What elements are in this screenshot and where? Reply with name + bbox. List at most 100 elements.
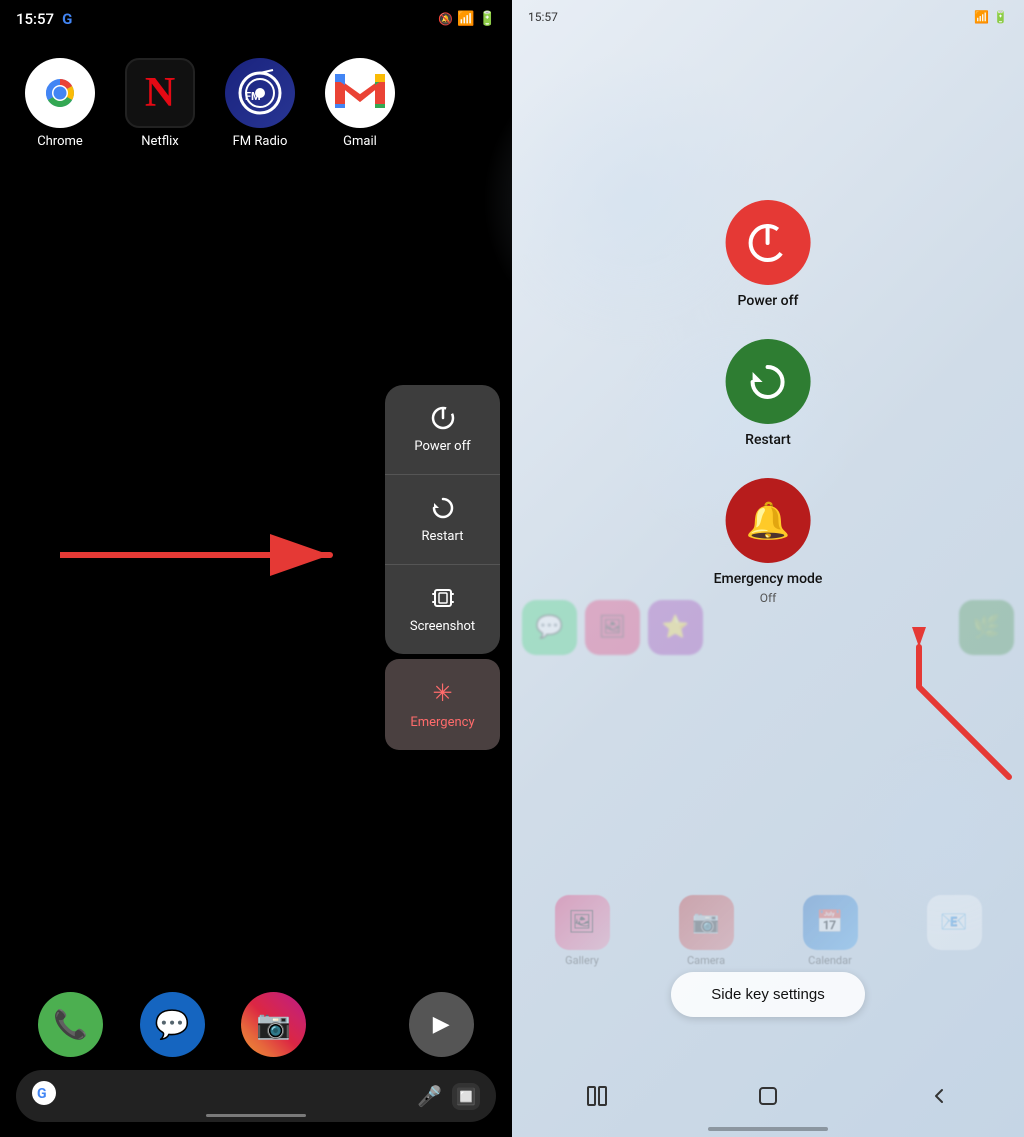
emergency-side-icon[interactable]: 🔔 xyxy=(725,478,810,563)
bg-calendar-btn: 📅 xyxy=(803,895,858,950)
power-off-side-icon[interactable] xyxy=(725,200,810,285)
bg-app-row-1: 💬 🖼 ⭐ xyxy=(522,600,703,655)
status-bar-left: 15:57 G 🔕 📶 🔋 xyxy=(0,0,512,38)
power-off-label: Power off xyxy=(414,439,470,454)
back-icon xyxy=(927,1084,951,1108)
bg-gallery-icon: 🖼 xyxy=(585,600,640,655)
battery-icon: 🔋 xyxy=(479,11,496,27)
right-battery-icon: 🔋 xyxy=(993,10,1008,24)
google-g-icon: G xyxy=(32,1081,56,1111)
arrow-to-restart xyxy=(60,520,400,590)
netflix-label: Netflix xyxy=(141,134,178,149)
bg-gallery-btn: 🖼 xyxy=(555,895,610,950)
app-gmail[interactable]: Gmail xyxy=(320,58,400,149)
screenshot-menu-item[interactable]: Screenshot xyxy=(385,565,500,654)
bg-gallery-col: 🖼 Gallery xyxy=(555,895,610,967)
instagram-icon: 📷 xyxy=(256,1008,291,1041)
messages-dock-icon[interactable]: 💬 xyxy=(140,992,205,1057)
bg-bottom-apps: 🖼 Gallery 📷 Camera 📅 Calendar 📧 xyxy=(512,895,1024,967)
right-time: 15:57 xyxy=(528,10,558,24)
restart-menu-item[interactable]: Restart xyxy=(385,475,500,565)
home-icon xyxy=(756,1084,780,1108)
phone-icon: 📞 xyxy=(53,1008,88,1041)
messages-icon: 💬 xyxy=(155,1008,190,1041)
lens-icon[interactable]: 🔲 xyxy=(452,1083,480,1110)
bg-calendar-col: 📅 Calendar xyxy=(803,895,858,967)
emergency-mode-sublabel: Off xyxy=(760,591,777,605)
microphone-icon[interactable]: 🎤 xyxy=(417,1084,442,1108)
recents-icon: ▶ xyxy=(433,1012,450,1037)
side-key-power-off[interactable]: Power off xyxy=(725,200,810,309)
bg-camera-label: Camera xyxy=(687,954,725,967)
bg-gmail-btn: 📧 xyxy=(927,895,982,950)
gmail-label: Gmail xyxy=(343,134,377,149)
recent-apps-icon xyxy=(585,1084,609,1108)
restart-side-label: Restart xyxy=(745,432,791,448)
left-panel: 15:57 G 🔕 📶 🔋 xyxy=(0,0,512,1137)
app-chrome[interactable]: Chrome xyxy=(20,58,100,149)
status-right: 🔕 📶 🔋 xyxy=(438,11,496,27)
google-indicator: G xyxy=(62,10,72,28)
recent-apps-button[interactable] xyxy=(577,1076,617,1119)
bg-extra2-icon: 🌿 xyxy=(959,600,1014,655)
emergency-menu-block: ✳ Emergency xyxy=(385,659,500,750)
bg-wa-icon: 💬 xyxy=(522,600,577,655)
svg-text:FM: FM xyxy=(245,90,261,103)
bg-gmail-col: 📧 xyxy=(927,895,982,967)
right-signal-icon: 📶 xyxy=(974,10,989,24)
chrome-app-icon[interactable] xyxy=(25,58,95,128)
app-dock: 📞 💬 📷 ▶ xyxy=(0,992,512,1057)
emergency-mode-label: Emergency mode xyxy=(714,571,823,587)
phone-dock-icon[interactable]: 📞 xyxy=(38,992,103,1057)
bg-calendar-label: Calendar xyxy=(808,954,852,967)
bg-camera-btn: 📷 xyxy=(679,895,734,950)
right-status-icons: 📶 🔋 xyxy=(974,10,1008,24)
back-button[interactable] xyxy=(919,1076,959,1119)
instagram-dock-icon[interactable]: 📷 xyxy=(241,992,306,1057)
power-off-menu-item[interactable]: Power off xyxy=(385,385,500,475)
side-key-menu: Power off Restart 🔔 Emergency mode Off xyxy=(714,200,823,605)
power-off-svg xyxy=(746,221,790,265)
power-off-side-label: Power off xyxy=(738,293,799,309)
power-menu: Power off Restart xyxy=(385,385,500,750)
recents-dock-icon[interactable]: ▶ xyxy=(409,992,474,1057)
right-panel: 💬 🖼 ⭐ 🌿 🖼 Gallery 📷 Camera 📅 Calendar 📧 xyxy=(512,0,1024,1137)
chrome-label: Chrome xyxy=(37,134,83,149)
emergency-menu-item[interactable]: ✳ Emergency xyxy=(385,659,500,750)
power-off-icon xyxy=(430,405,456,431)
side-key-emergency[interactable]: 🔔 Emergency mode Off xyxy=(714,478,823,605)
restart-svg xyxy=(746,360,790,404)
svg-text:G: G xyxy=(37,1086,47,1102)
fm-radio-label: FM Radio xyxy=(233,134,288,149)
emergency-label: Emergency xyxy=(410,715,474,730)
gmail-app-icon[interactable] xyxy=(325,58,395,128)
app-grid: Chrome N Netflix FM FM Radio xyxy=(0,38,512,169)
bg-camera-col: 📷 Camera xyxy=(679,895,734,967)
status-left: 15:57 G xyxy=(16,10,72,28)
emergency-asterisk-icon: ✳ xyxy=(432,679,452,707)
restart-label: Restart xyxy=(422,529,464,544)
status-bar-right: 15:57 📶 🔋 xyxy=(512,0,1024,34)
home-button[interactable] xyxy=(748,1076,788,1119)
screenshot-label: Screenshot xyxy=(410,619,475,634)
bg-gallery-label: Gallery xyxy=(565,954,599,967)
home-indicator-left xyxy=(206,1114,306,1117)
emergency-bell-icon: 🔔 xyxy=(746,500,791,542)
signal-icon: 📶 xyxy=(457,11,474,27)
bottom-nav-bar xyxy=(512,1057,1024,1137)
power-menu-main: Power off Restart xyxy=(385,385,500,654)
restart-icon xyxy=(430,495,456,521)
side-key-settings-button[interactable]: Side key settings xyxy=(671,972,864,1017)
restart-side-icon[interactable] xyxy=(725,339,810,424)
side-key-restart[interactable]: Restart xyxy=(725,339,810,448)
fm-radio-app-icon[interactable]: FM xyxy=(225,58,295,128)
time-display: 15:57 xyxy=(16,10,54,28)
app-netflix[interactable]: N Netflix xyxy=(120,58,200,149)
notification-icon: 🔕 xyxy=(438,12,453,26)
screenshot-icon xyxy=(430,585,456,611)
netflix-app-icon[interactable]: N xyxy=(125,58,195,128)
side-key-settings-label: Side key settings xyxy=(711,986,824,1003)
app-fm-radio[interactable]: FM FM Radio xyxy=(220,58,300,149)
bg-extra-icon: ⭐ xyxy=(648,600,703,655)
bg-app-row-2: 🌿 xyxy=(959,600,1014,655)
